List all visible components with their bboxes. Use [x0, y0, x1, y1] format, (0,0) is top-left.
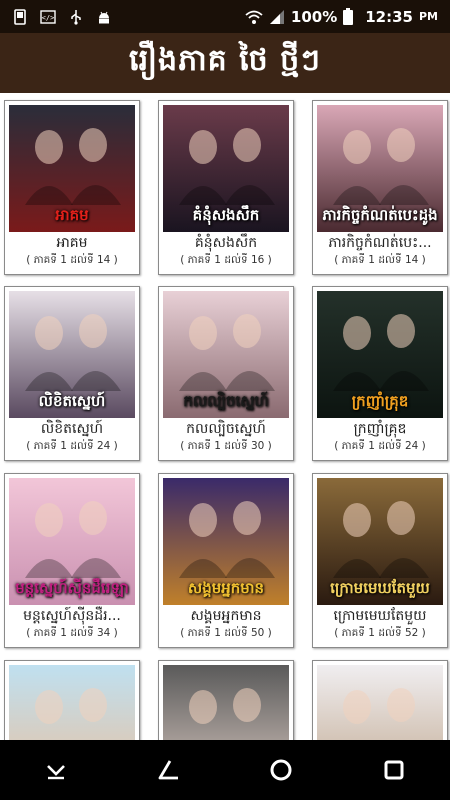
drama-card[interactable]: ភារកិច្ច	[158, 660, 294, 740]
status-bar: </> 100% 12:35 PM	[0, 0, 450, 33]
signal-icon	[269, 9, 284, 24]
usb-icon	[71, 9, 81, 25]
app-header: រឿងភាគ ថៃ ថ្មីៗ	[0, 33, 450, 93]
poster-title-text: សង្គមអ្នកមាន	[187, 579, 265, 597]
drama-title: ក្រោមមេឃតែមួយ	[333, 608, 427, 624]
drama-grid[interactable]: អាគម អាគម( ភាគទី 1 ដល់ទី 14 ) គំនុំសងសឹក គំ…	[0, 93, 450, 740]
drama-title: លិខិតស្នេហ៍	[40, 421, 104, 437]
episode-range: ( ភាគទី 1 ដល់ទី 52 )	[334, 627, 426, 639]
episode-range: ( ភាគទី 1 ដល់ទី 34 )	[26, 627, 118, 639]
drama-card[interactable]: ក្រញាំគ្រុឌ ក្រញាំគ្រុឌ( ភាគទី 1 ដល់ទី 24…	[312, 286, 448, 461]
drama-card[interactable]: លិខិតស្នេហ៍ លិខិតស្នេហ៍( ភាគទី 1 ដល់ទី 24…	[4, 286, 140, 461]
drama-title: មន្តស្នេហ៍ស៊ីនដឺរ...	[23, 608, 121, 624]
drama-card[interactable]: កលល្បិចស្នេហ៍ កលល្បិចស្នេហ៍( ភាគទី 1 ដល់ទ…	[158, 286, 294, 461]
drama-poster[interactable]: ក្រញាំគ្រុឌ	[317, 291, 443, 418]
drama-card[interactable]: ភារកិច្ចកំណត់បេះដូងភារកិច្ចកំណត់បេះ... ( …	[312, 100, 448, 275]
hide-nav-button[interactable]	[36, 750, 76, 790]
drama-poster[interactable]	[317, 665, 443, 740]
drama-title: សង្គមអ្នកមាន	[190, 608, 262, 624]
episode-range: ( ភាគទី 1 ដល់ទី 14 )	[334, 254, 426, 266]
battery-percent: 100%	[290, 7, 338, 26]
drama-poster[interactable]: ភារកិច្ច	[163, 665, 289, 740]
android-icon	[99, 11, 109, 23]
poster-image	[9, 665, 135, 740]
poster-title-text: គំនុំសងសឹក	[192, 206, 260, 224]
drama-poster[interactable]: គំនុំសងសឹក	[163, 105, 289, 232]
code-icon: </>	[40, 9, 56, 24]
poster-image	[163, 665, 289, 740]
drama-poster[interactable]: ក្រោមមេឃតែមួយ	[317, 478, 443, 605]
episode-range: ( ភាគទី 1 ដល់ទី 24 )	[26, 440, 118, 452]
poster-title-text: ភារកិច្ចកំណត់បេះដូង	[322, 206, 438, 224]
battery-icon	[343, 8, 354, 25]
drama-poster[interactable]	[9, 665, 135, 740]
poster-title-text: មន្តស្នេហ៍ស៊ីនដឺរេឡា	[15, 579, 129, 597]
poster-image	[317, 665, 443, 740]
episode-range: ( ភាគទី 1 ដល់ទី 50 )	[180, 627, 272, 639]
drama-poster[interactable]: អាគម	[9, 105, 135, 232]
chevron-down-icon	[47, 765, 66, 780]
poster-title-text: កលល្បិចស្នេហ៍	[183, 392, 269, 410]
drama-card[interactable]: សង្គមអ្នកមាន សង្គមអ្នកមាន( ភាគទី 1 ដល់ទី …	[158, 473, 294, 648]
svg-text:</>: </>	[42, 14, 55, 22]
drama-card[interactable]	[4, 660, 140, 740]
drama-card[interactable]	[312, 660, 448, 740]
device-icon	[14, 8, 26, 25]
home-button[interactable]	[261, 750, 301, 790]
clock: 12:35	[365, 7, 413, 26]
clock-ampm: PM	[418, 10, 438, 23]
drama-title: កលល្បិចស្នេហ៍	[186, 421, 266, 437]
drama-card[interactable]: អាគម អាគម( ភាគទី 1 ដល់ទី 14 )	[4, 100, 140, 275]
recents-button[interactable]	[374, 750, 414, 790]
drama-poster[interactable]: មន្តស្នេហ៍ស៊ីនដឺរេឡា	[9, 478, 135, 605]
poster-title-text: ក្រញាំគ្រុឌ	[351, 392, 409, 410]
back-triangle-icon	[158, 760, 178, 780]
drama-card[interactable]: មន្តស្នេហ៍ស៊ីនដឺរេឡាមន្តស្នេហ៍ស៊ីនដឺរ...…	[4, 473, 140, 648]
poster-title-text: អាគម	[55, 206, 89, 224]
drama-card[interactable]: ក្រោមមេឃតែមួយ ក្រោមមេឃតែមួយ( ភាគទី 1 ដល់ទ…	[312, 473, 448, 648]
navigation-bar	[0, 740, 450, 800]
episode-range: ( ភាគទី 1 ដល់ទី 16 )	[180, 254, 272, 266]
drama-poster[interactable]: សង្គមអ្នកមាន	[163, 478, 289, 605]
drama-title: គំនុំសងសឹក	[194, 235, 258, 251]
episode-range: ( ភាគទី 1 ដល់ទី 14 )	[26, 254, 118, 266]
recents-square-icon	[384, 760, 404, 780]
back-button[interactable]	[149, 750, 189, 790]
app-title: រឿងភាគ ថៃ ថ្មីៗ	[129, 43, 321, 78]
wifi-icon	[245, 10, 263, 24]
drama-card[interactable]: គំនុំសងសឹក គំនុំសងសឹក( ភាគទី 1 ដល់ទី 16 )	[158, 100, 294, 275]
drama-title: អាគម	[56, 235, 88, 251]
drama-title: ក្រញាំគ្រុឌ	[353, 421, 407, 437]
drama-poster[interactable]: ភារកិច្ចកំណត់បេះដូង	[317, 105, 443, 232]
drama-title: ភារកិច្ចកំណត់បេះ...	[328, 235, 432, 251]
system-status: 100% 12:35 PM	[245, 8, 450, 26]
home-circle-icon	[270, 759, 292, 781]
notification-icons: </>	[0, 8, 112, 25]
poster-title-text: ក្រោមមេឃតែមួយ	[330, 579, 430, 597]
drama-poster[interactable]: លិខិតស្នេហ៍	[9, 291, 135, 418]
drama-poster[interactable]: កលល្បិចស្នេហ៍	[163, 291, 289, 418]
poster-title-text: លិខិតស្នេហ៍	[38, 392, 106, 410]
episode-range: ( ភាគទី 1 ដល់ទី 30 )	[180, 440, 272, 452]
episode-range: ( ភាគទី 1 ដល់ទី 24 )	[334, 440, 426, 452]
